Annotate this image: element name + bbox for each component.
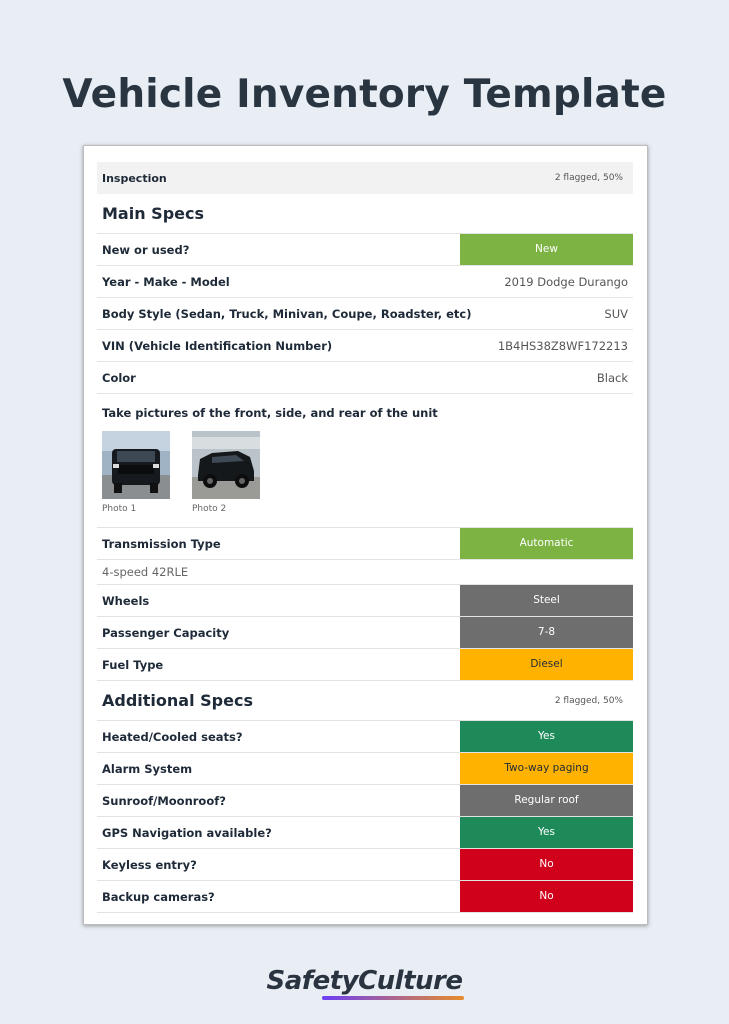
spec-label: Body Style (Sedan, Truck, Minivan, Coupe… (102, 306, 472, 321)
spec-row-keyless-entry: Keyless entry? No (97, 849, 633, 881)
photo-2[interactable]: Photo 2 (192, 431, 260, 514)
inspection-flag-summary: 2 flagged, 50% (554, 173, 623, 183)
spec-label: Year - Make - Model (102, 274, 230, 289)
response-badge[interactable]: Steel (460, 585, 633, 616)
page-title: Vehicle Inventory Template (62, 72, 667, 117)
main-specs-header: Main Specs (97, 194, 633, 234)
spec-row-transmission: Transmission Type Automatic (97, 528, 633, 560)
safetyculture-logo: SafetyCulture (266, 966, 464, 996)
response-badge[interactable]: Regular roof (460, 785, 633, 816)
response-badge[interactable]: Diesel (460, 649, 633, 680)
response-badge[interactable]: New (460, 234, 633, 265)
spec-row-vin: VIN (Vehicle Identification Number) 1B4H… (97, 330, 633, 362)
spec-row-passenger-capacity: Passenger Capacity 7-8 (97, 617, 633, 649)
transmission-note: 4-speed 42RLE (97, 560, 633, 585)
spec-label: Fuel Type (102, 657, 164, 672)
response-badge[interactable]: No (460, 849, 633, 880)
spec-label: GPS Navigation available? (102, 825, 272, 840)
spec-row-gps: GPS Navigation available? Yes (97, 817, 633, 849)
additional-specs-header: Additional Specs 2 flagged, 50% (97, 681, 633, 721)
photo-1[interactable]: Photo 1 (102, 431, 170, 514)
spec-label: Color (102, 370, 136, 385)
spec-value: 1B4HS38Z8WF172213 (497, 338, 628, 353)
spec-label: Heated/Cooled seats? (102, 729, 243, 744)
spec-row-new-or-used: New or used? New (97, 234, 633, 266)
spec-row-year-make-model: Year - Make - Model 2019 Dodge Durango (97, 266, 633, 298)
spec-row-sunroof: Sunroof/Moonroof? Regular roof (97, 785, 633, 817)
spec-label: Backup cameras? (102, 889, 215, 904)
report-card: Inspection 2 flagged, 50% Main Specs New… (83, 145, 648, 925)
spec-row-color: Color Black (97, 362, 633, 394)
spec-row-fuel-type: Fuel Type Diesel (97, 649, 633, 681)
photo-caption: Photo 2 (192, 504, 227, 514)
photos-label: Take pictures of the front, side, and re… (102, 406, 438, 420)
additional-flag-summary: 2 flagged, 50% (554, 695, 623, 706)
spec-label: Transmission Type (102, 536, 221, 551)
photo-caption: Photo 1 (102, 504, 137, 514)
photos-section: Take pictures of the front, side, and re… (97, 394, 633, 528)
logo-underline (322, 996, 464, 1000)
spec-value: SUV (604, 306, 628, 321)
spec-row-wheels: Wheels Steel (97, 585, 633, 617)
response-badge[interactable]: Yes (460, 817, 633, 848)
spec-label: VIN (Vehicle Identification Number) (102, 338, 333, 353)
inspection-label: Inspection (102, 171, 167, 185)
spec-row-alarm-system: Alarm System Two-way paging (97, 753, 633, 785)
spec-label: Wheels (102, 593, 150, 608)
spec-value: Black (596, 370, 628, 385)
spec-value: 2019 Dodge Durango (504, 274, 628, 289)
spec-label: Alarm System (102, 761, 193, 776)
report-content: Inspection 2 flagged, 50% Main Specs New… (97, 162, 633, 913)
vehicle-side-photo[interactable] (192, 431, 260, 499)
spec-label: New or used? (102, 242, 190, 257)
response-badge[interactable]: 7-8 (460, 617, 633, 648)
spec-row-backup-cameras: Backup cameras? No (97, 881, 633, 913)
vehicle-front-photo[interactable] (102, 431, 170, 499)
response-badge[interactable]: Yes (460, 721, 633, 752)
spec-label: Sunroof/Moonroof? (102, 793, 226, 808)
spec-row-heated-seats: Heated/Cooled seats? Yes (97, 721, 633, 753)
additional-specs-title: Additional Specs (102, 691, 253, 710)
main-specs-title: Main Specs (102, 204, 204, 223)
spec-label: Passenger Capacity (102, 625, 230, 640)
response-badge[interactable]: Automatic (460, 528, 633, 559)
spec-row-body-style: Body Style (Sedan, Truck, Minivan, Coupe… (97, 298, 633, 330)
inspection-header: Inspection 2 flagged, 50% (97, 162, 633, 194)
spec-label: Keyless entry? (102, 857, 197, 872)
response-badge[interactable]: No (460, 881, 633, 912)
response-badge[interactable]: Two-way paging (460, 753, 633, 784)
